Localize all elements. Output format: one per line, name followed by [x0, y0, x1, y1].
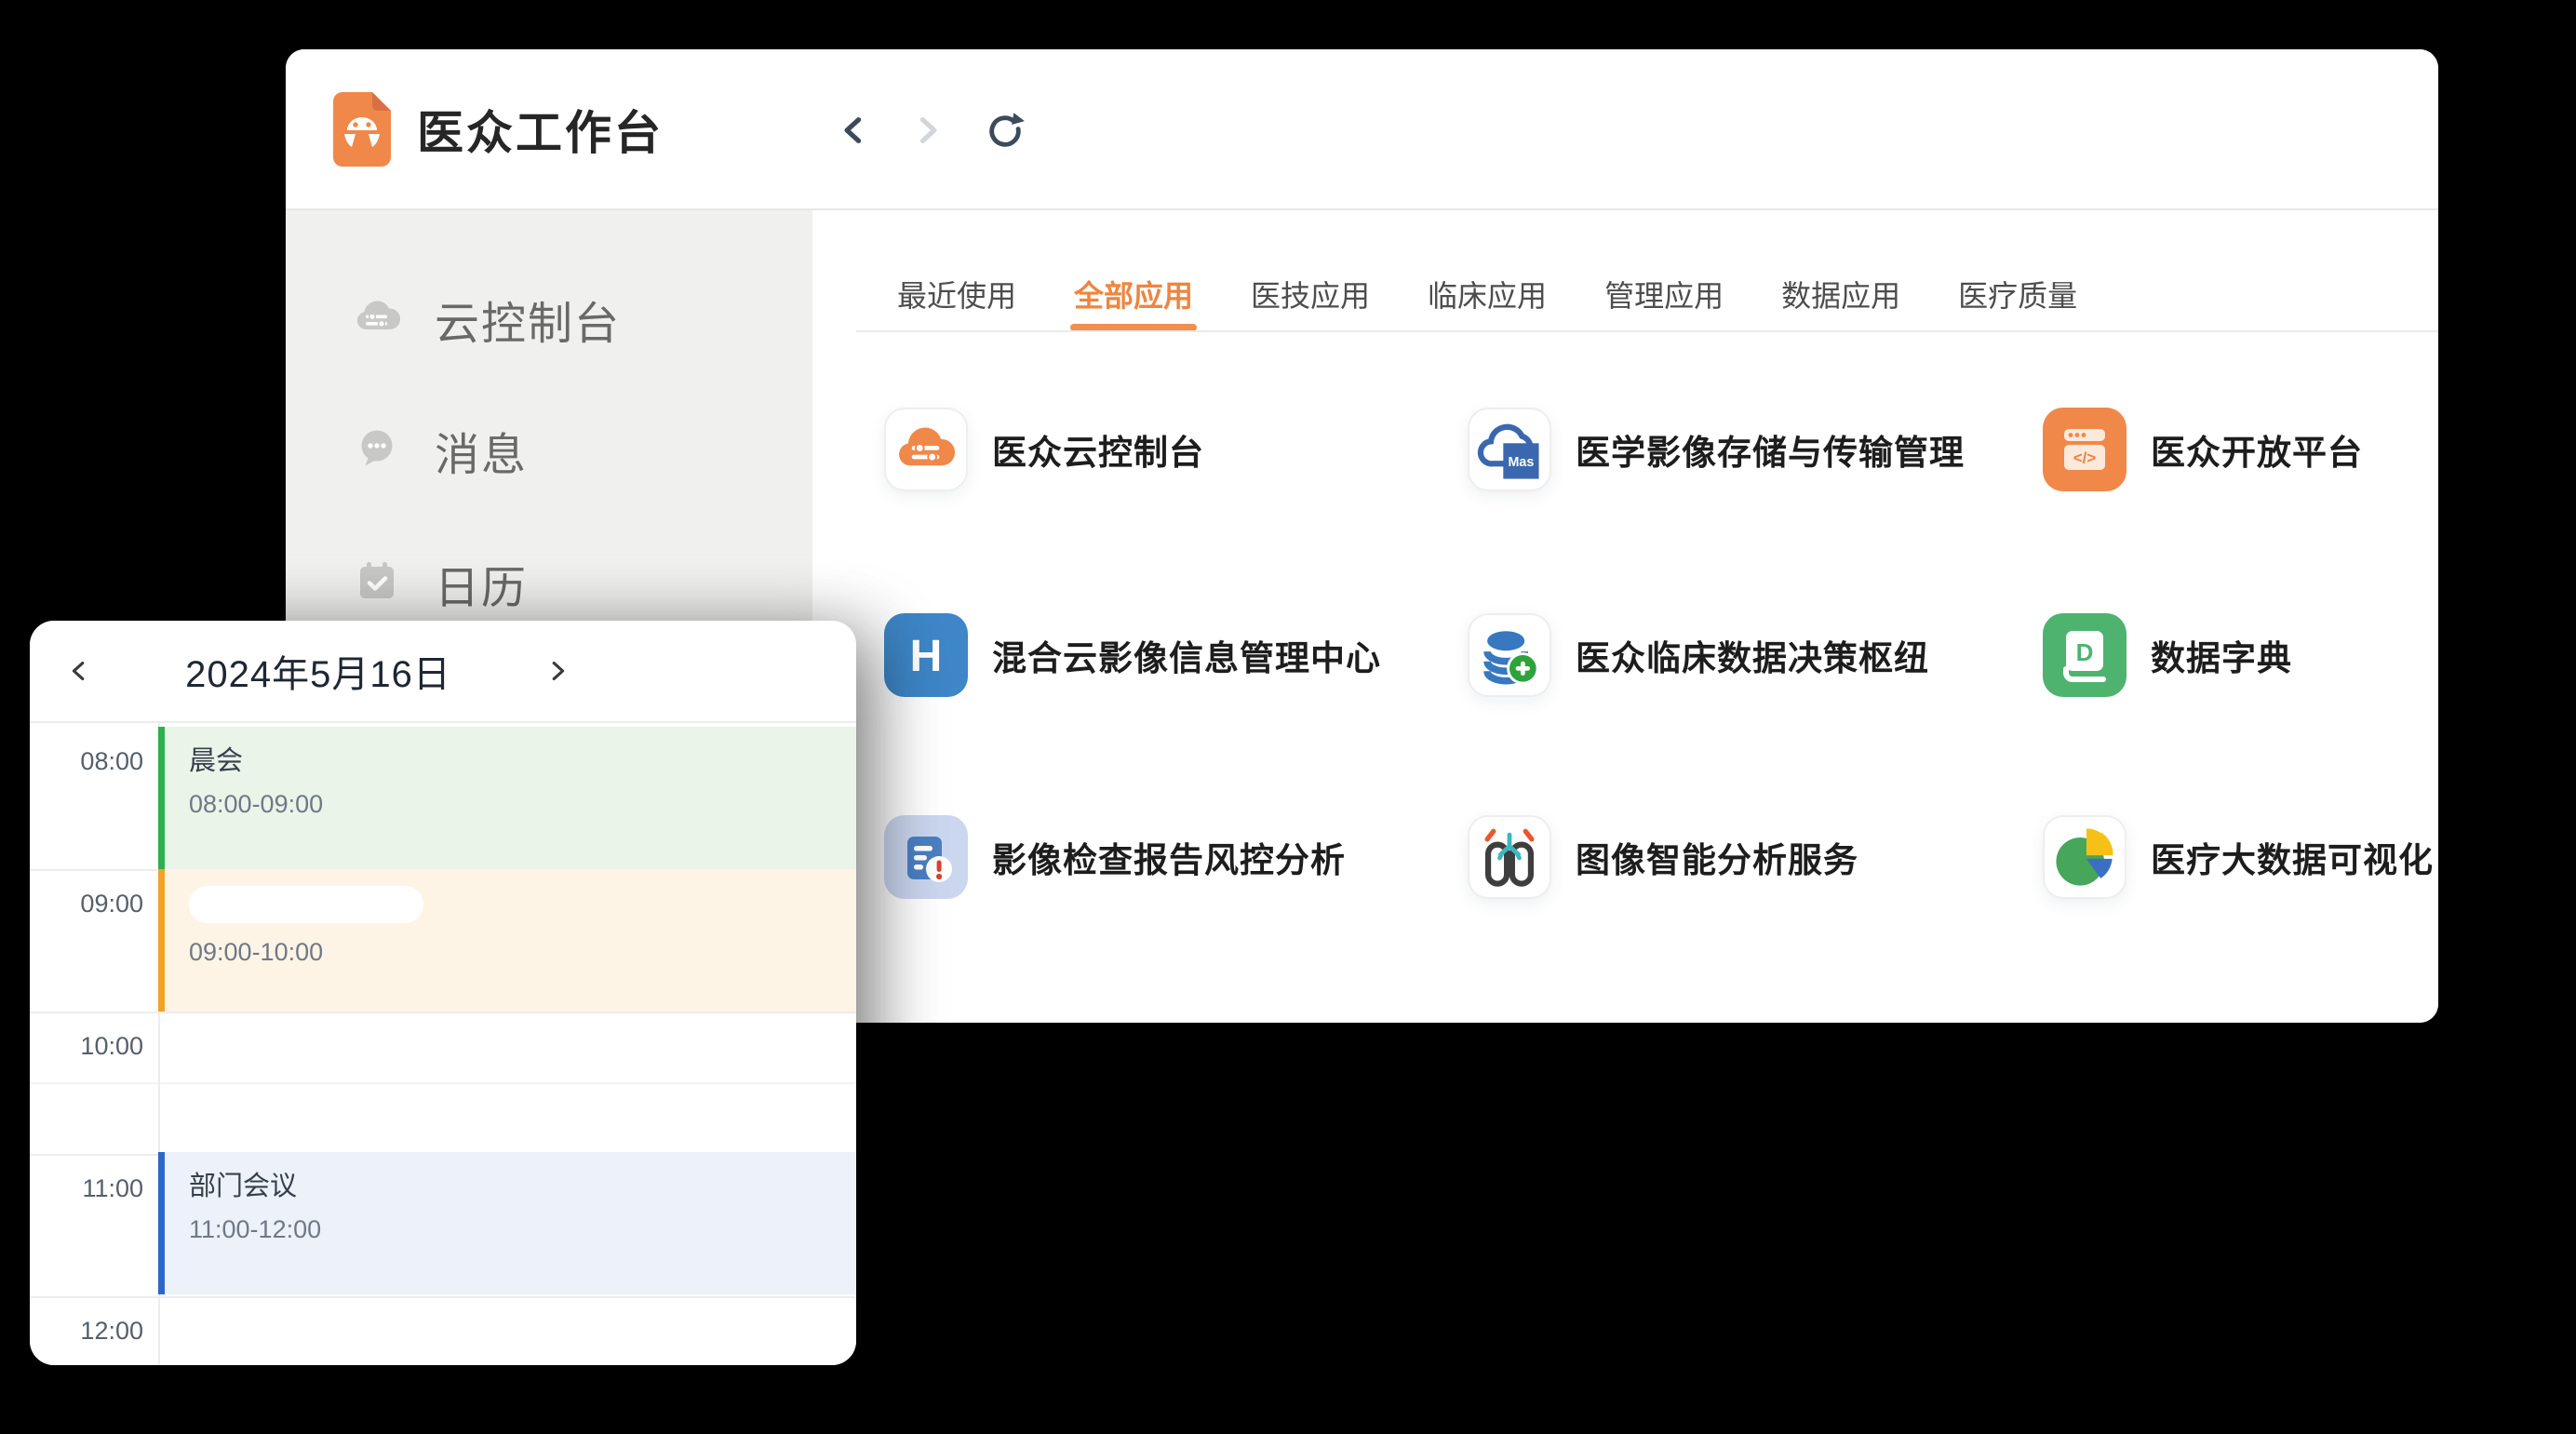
- event-time: 11:00-12:00: [189, 1213, 856, 1245]
- time-label: 11:00: [30, 1174, 143, 1203]
- refresh-icon: [985, 110, 1026, 154]
- calendar-next-day-button[interactable]: [532, 647, 583, 697]
- cloud-settings-icon: [351, 291, 403, 348]
- calendar-prev-day-button[interactable]: [54, 647, 104, 697]
- app-cloud-console[interactable]: 医众云控制台: [884, 408, 1204, 491]
- svg-text:H: H: [910, 632, 943, 681]
- hour-line: [30, 1296, 856, 1298]
- chevron-right-icon: [911, 114, 943, 149]
- app-label: 医众开放平台: [2151, 424, 2363, 475]
- code-window-icon: </>: [2043, 408, 2127, 491]
- pie-chart-icon: [2043, 815, 2127, 899]
- app-grid: 医众云控制台 Mas 医学影像存储与传输管理: [812, 210, 2438, 1023]
- app-clinical-data-hub[interactable]: 医众临床数据决策枢纽: [1468, 613, 1929, 697]
- event-title-redacted-pill: [189, 886, 423, 923]
- report-alert-icon: [884, 815, 968, 899]
- svg-text:</>: </>: [2073, 449, 2097, 467]
- calendar-day-grid: 08:00 09:00 10:00 11:00 12:00 晨会 08:00-0…: [30, 723, 856, 1365]
- sidebar-item-label: 云控制台: [435, 287, 621, 352]
- orange-cloud-settings-icon: [884, 408, 968, 491]
- time-label: 09:00: [30, 890, 143, 918]
- content-area: 最近使用 全部应用 医技应用 临床应用 管理应用 数据应用 医疗质量: [812, 210, 2438, 1023]
- app-open-platform[interactable]: </> 医众开放平台: [2043, 408, 2363, 491]
- sidebar-item-messages[interactable]: 消息: [351, 418, 528, 483]
- hour-line: [30, 1012, 856, 1013]
- database-plus-icon: [1468, 613, 1551, 697]
- event-time: 08:00-09:00: [189, 788, 856, 820]
- app-report-risk-analysis[interactable]: 影像检查报告风控分析: [884, 815, 1346, 899]
- app-image-ai-analysis[interactable]: 图像智能分析服务: [1468, 815, 1858, 899]
- time-label: 10:00: [30, 1032, 143, 1061]
- app-data-dictionary[interactable]: D 数据字典: [2043, 613, 2292, 697]
- time-label: 08:00: [30, 747, 143, 776]
- calendar-header: 2024年5月16日: [30, 621, 856, 723]
- back-button[interactable]: [829, 106, 879, 156]
- message-bubble-icon: [351, 422, 403, 479]
- app-label: 混合云影像信息管理中心: [992, 630, 1381, 680]
- sidebar-item-label: 消息: [435, 418, 528, 483]
- sidebar-item-calendar[interactable]: 日历: [351, 551, 528, 616]
- letter-h-icon: H: [884, 613, 968, 697]
- event-redacted[interactable]: 09:00-10:00: [158, 869, 856, 1012]
- app-label: 医众云控制台: [992, 424, 1204, 475]
- forward-button[interactable]: [902, 106, 952, 156]
- chevron-left-icon: [66, 658, 92, 687]
- app-label: 影像检查报告风控分析: [992, 832, 1346, 882]
- calendar-check-icon: [351, 556, 403, 612]
- app-logo-icon: [333, 92, 391, 167]
- calendar-date: 2024年5月16日: [132, 621, 504, 721]
- sidebar-item-label: 日历: [435, 551, 528, 616]
- app-label: 医众临床数据决策枢纽: [1576, 630, 1929, 680]
- calendar-panel: 2024年5月16日 08:00 09:00 10:00 11:00 12:00…: [30, 621, 856, 1365]
- app-hybrid-cloud-imaging[interactable]: H 混合云影像信息管理中心: [884, 613, 1381, 697]
- app-label: 医疗大数据可视化: [2151, 832, 2434, 882]
- time-label: 12:00: [30, 1317, 143, 1346]
- half-hour-line: [30, 1082, 856, 1084]
- dictionary-book-icon: D: [2043, 613, 2127, 697]
- app-title: 医众工作台: [417, 96, 664, 163]
- app-label: 医学影像存储与传输管理: [1576, 424, 1965, 475]
- sidebar-item-cloud-console[interactable]: 云控制台: [351, 287, 621, 352]
- app-label: 图像智能分析服务: [1576, 832, 1858, 882]
- chevron-left-icon: [839, 114, 870, 149]
- chevron-right-icon: [544, 658, 570, 687]
- app-image-storage-transfer[interactable]: Mas 医学影像存储与传输管理: [1468, 408, 1965, 491]
- lungs-icon: [1468, 815, 1551, 899]
- svg-text:D: D: [2076, 638, 2094, 666]
- app-label: 数据字典: [2151, 630, 2292, 680]
- app-big-data-visualization[interactable]: 医疗大数据可视化: [2043, 815, 2434, 899]
- desktop-background: 医众工作台: [0, 0, 2576, 1434]
- event-title: 部门会议: [189, 1169, 856, 1204]
- event-morning-meeting[interactable]: 晨会 08:00-09:00: [158, 727, 856, 869]
- refresh-button[interactable]: [980, 106, 1030, 156]
- svg-text:Mas: Mas: [1508, 455, 1534, 470]
- event-title: 晨会: [189, 744, 856, 779]
- window-header: 医众工作台: [286, 49, 2438, 210]
- cloud-mas-icon: Mas: [1468, 408, 1551, 491]
- event-department-meeting[interactable]: 部门会议 11:00-12:00: [158, 1152, 856, 1294]
- event-time: 09:00-10:00: [189, 936, 856, 968]
